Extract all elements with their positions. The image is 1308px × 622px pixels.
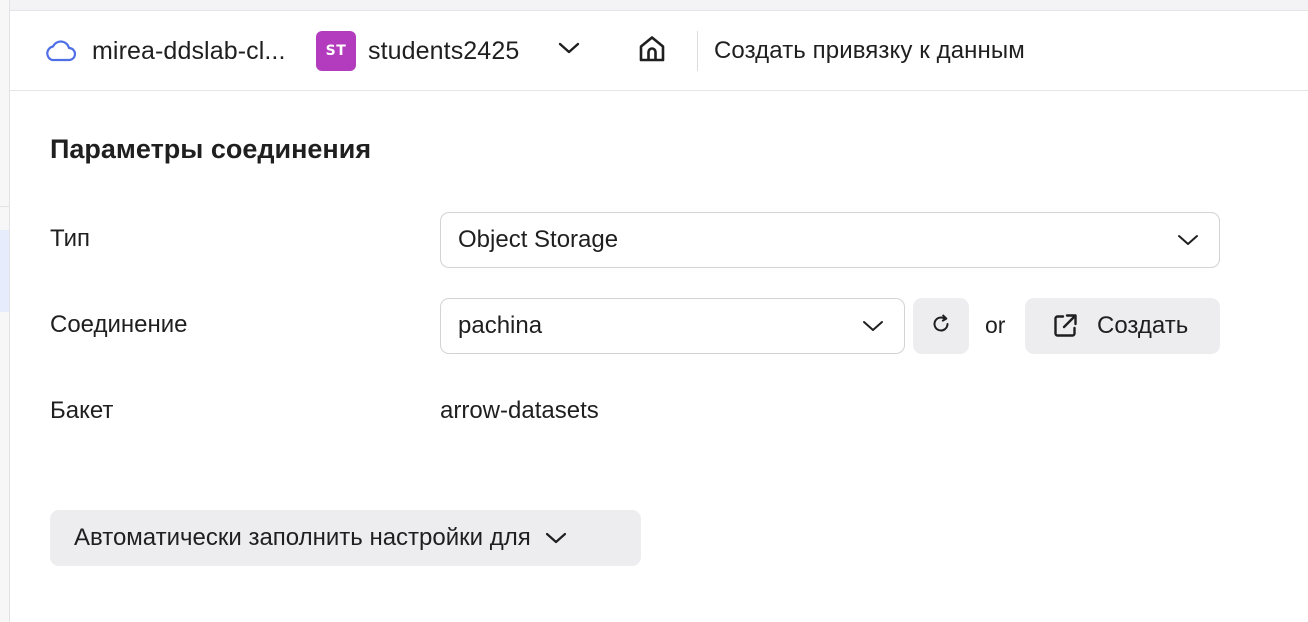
cloud-icon	[44, 37, 78, 65]
top-strip	[0, 0, 1308, 11]
bucket-label: Бакет	[50, 397, 114, 424]
breadcrumb-divider	[697, 31, 698, 71]
bucket-value: arrow-datasets	[440, 397, 599, 424]
connection-select-value: pachina	[458, 312, 543, 339]
breadcrumb-cloud[interactable]: mirea-ddslab-cl...	[44, 33, 302, 69]
rail-divider	[0, 206, 9, 207]
home-button[interactable]	[632, 33, 672, 69]
refresh-connections-button[interactable]	[913, 298, 969, 354]
breadcrumb-folder[interactable]: ST students2425	[316, 31, 520, 71]
connection-label: Соединение	[50, 311, 188, 338]
autofill-settings-button[interactable]: Автоматически заполнить настройки для	[50, 510, 641, 566]
breadcrumb-current-page: Создать привязку к данным	[714, 33, 1025, 69]
folder-name: students2425	[368, 36, 520, 65]
page-title: Создать привязку к данным	[714, 37, 1025, 64]
home-icon	[636, 33, 668, 70]
chevron-down-icon	[557, 40, 581, 61]
connection-select[interactable]: pachina	[440, 298, 905, 354]
app-window: mirea-ddslab-cl... ST students2425 Созда…	[0, 0, 1308, 622]
create-connection-button[interactable]: Создать	[1025, 298, 1220, 354]
section-title: Параметры соединения	[50, 134, 372, 164]
autofill-settings-label: Автоматически заполнить настройки для	[74, 524, 531, 551]
type-label: Тип	[50, 225, 91, 252]
left-navigation-rail	[0, 0, 10, 622]
folder-switch-button[interactable]	[554, 35, 584, 65]
breadcrumb: mirea-ddslab-cl... ST students2425 Созда…	[10, 11, 1308, 91]
refresh-icon	[929, 312, 953, 341]
chevron-down-icon	[543, 525, 569, 551]
folder-avatar: ST	[316, 31, 356, 71]
chevron-down-icon	[860, 313, 886, 339]
type-select[interactable]: Object Storage	[440, 212, 1220, 268]
external-link-icon	[1051, 312, 1079, 340]
rail-active-item[interactable]	[0, 230, 9, 312]
or-text: or	[985, 312, 1006, 338]
chevron-down-icon	[1175, 227, 1201, 253]
cloud-name: mirea-ddslab-cl...	[92, 36, 286, 65]
create-connection-label: Создать	[1097, 312, 1189, 339]
type-select-value: Object Storage	[458, 226, 619, 253]
